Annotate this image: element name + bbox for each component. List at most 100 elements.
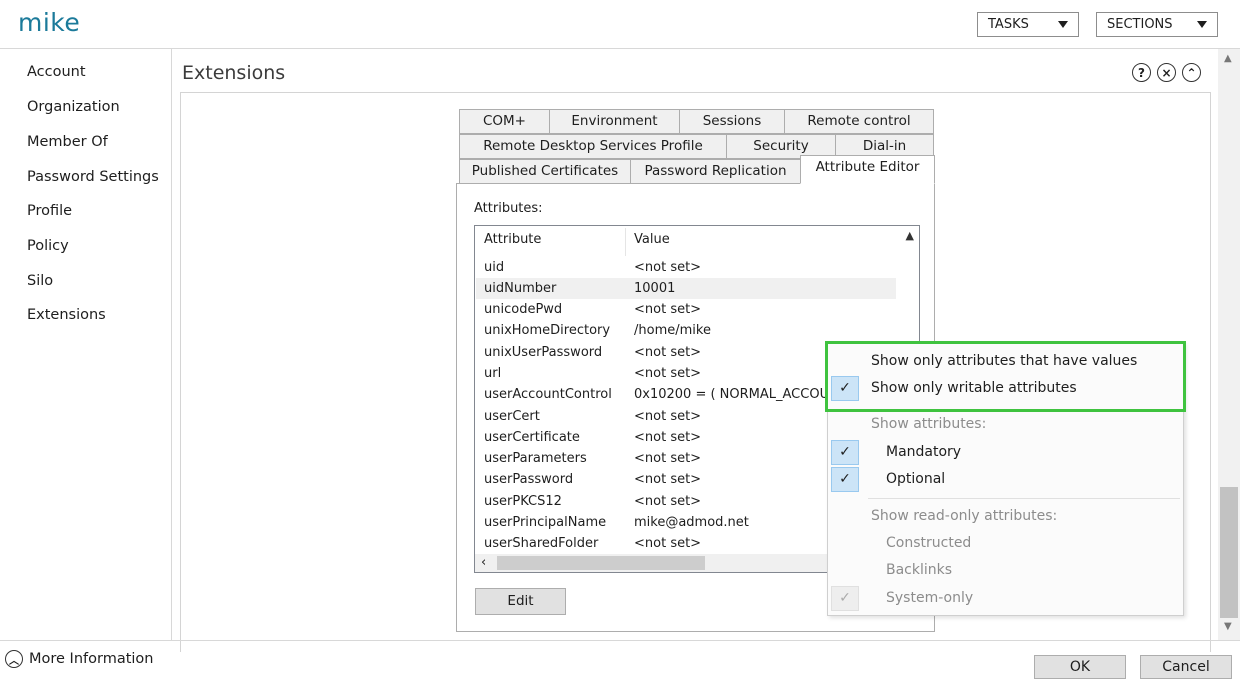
menu-separator [868, 498, 1180, 499]
attribute-value: 0x10200 = ( NORMAL_ACCOUNT [634, 387, 834, 402]
checkmark-icon: ✓ [831, 586, 859, 611]
tab-environment[interactable]: Environment [549, 109, 680, 134]
cancel-button[interactable]: Cancel [1140, 655, 1232, 679]
page-title: mike [18, 8, 81, 37]
attribute-value: <not set> [634, 409, 702, 424]
show-attributes-header: Show attributes: [871, 416, 987, 432]
table-row[interactable]: unicodePwd <not set> [476, 299, 896, 320]
column-header-value[interactable]: Value [634, 232, 670, 247]
menu-item-mandatory[interactable]: ✓ Mandatory [828, 439, 1183, 466]
attribute-value: <not set> [634, 260, 702, 275]
header-divider [0, 48, 1240, 49]
table-row-selected[interactable]: uidNumber 10001 [476, 278, 896, 299]
tab-sessions[interactable]: Sessions [679, 109, 785, 134]
attribute-value: <not set> [634, 472, 702, 487]
close-icon[interactable]: × [1157, 63, 1176, 82]
menu-item-label: Backlinks [886, 562, 953, 578]
scrollbar-thumb[interactable] [1220, 487, 1238, 618]
attribute-name: userCertificate [484, 430, 580, 445]
ok-button[interactable]: OK [1034, 655, 1126, 679]
attribute-name: url [484, 366, 502, 381]
sidebar: Account Organization Member Of Password … [0, 49, 172, 640]
more-information-label: More Information [29, 651, 154, 667]
attribute-name: userAccountControl [484, 387, 612, 402]
footer-divider [0, 640, 1240, 641]
table-row[interactable]: uid <not set> [476, 257, 896, 278]
scroll-down-icon[interactable]: ▼ [1224, 621, 1232, 632]
sidebar-item-policy[interactable]: Policy [27, 238, 69, 254]
attribute-name: userPKCS12 [484, 494, 562, 509]
attribute-name: userPassword [484, 472, 574, 487]
sections-dropdown[interactable]: SECTIONS [1096, 12, 1218, 37]
attribute-value: <not set> [634, 302, 702, 317]
checkmark-icon: ✓ [831, 467, 859, 492]
sidebar-item-password-settings[interactable]: Password Settings [27, 169, 159, 185]
scrollbar-thumb[interactable] [497, 556, 705, 570]
menu-item-label: Show only attributes that have values [871, 353, 1138, 369]
attribute-name: unixHomeDirectory [484, 323, 611, 338]
menu-item-label: Optional [886, 471, 946, 487]
more-information-button[interactable]: ︿ More Information [5, 650, 154, 668]
edit-button[interactable]: Edit [475, 588, 566, 615]
attribute-value: <not set> [634, 366, 702, 381]
help-icon[interactable]: ? [1132, 63, 1151, 82]
attribute-value: mike@admod.net [634, 515, 749, 530]
menu-item-label: Show only writable attributes [871, 380, 1077, 396]
menu-item-constructed: Constructed [828, 530, 1183, 557]
readonly-attributes-header: Show read-only attributes: [871, 508, 1058, 524]
table-row[interactable]: unixHomeDirectory/home/mike [476, 320, 896, 341]
menu-item-backlinks: Backlinks [828, 557, 1183, 584]
checkmark-icon: ✓ [831, 440, 859, 465]
menu-item-system-only: ✓ System-only [828, 585, 1183, 612]
chevron-up-icon: ︿ [5, 650, 23, 668]
sidebar-item-member-of[interactable]: Member Of [27, 134, 108, 150]
tab-published-certificates[interactable]: Published Certificates [459, 159, 631, 184]
attribute-value: 10001 [634, 281, 676, 296]
column-divider[interactable] [625, 228, 626, 256]
column-header-attribute[interactable]: Attribute [484, 232, 541, 247]
attribute-name: userPrincipalName [484, 515, 607, 530]
sections-label: SECTIONS [1107, 17, 1173, 32]
attributes-label: Attributes: [474, 201, 543, 216]
sidebar-item-account[interactable]: Account [27, 64, 86, 80]
attribute-name: userParameters [484, 451, 587, 466]
attribute-value: <not set> [634, 451, 702, 466]
attribute-value: <not set> [634, 494, 702, 509]
tasks-label: TASKS [988, 17, 1029, 32]
scroll-up-icon[interactable]: ▲ [1224, 53, 1232, 64]
tab-com-plus[interactable]: COM+ [459, 109, 550, 134]
attribute-value: <not set> [634, 536, 702, 551]
scroll-left-icon[interactable]: ‹ [481, 554, 486, 572]
chevron-down-icon [1197, 21, 1207, 28]
menu-item-label: Constructed [886, 535, 972, 551]
menu-item-label: System-only [886, 590, 974, 606]
collapse-icon[interactable]: ⌃ [1182, 63, 1201, 82]
checkmark-icon: ✓ [831, 376, 859, 401]
menu-item-show-only-with-values[interactable]: Show only attributes that have values [828, 348, 1183, 375]
attribute-value: /home/mike [634, 323, 711, 338]
sidebar-item-silo[interactable]: Silo [27, 273, 53, 289]
tab-remote-control[interactable]: Remote control [784, 109, 934, 134]
chevron-down-icon [1058, 21, 1068, 28]
context-menu: Show only attributes that have values ✓ … [827, 342, 1184, 616]
attribute-name: userCert [484, 409, 540, 424]
attribute-name: userSharedFolder [484, 536, 599, 551]
sidebar-item-organization[interactable]: Organization [27, 99, 120, 115]
menu-item-show-only-writable[interactable]: ✓ Show only writable attributes [828, 375, 1183, 402]
scroll-up-icon[interactable]: ▲ [906, 229, 914, 242]
attribute-value: <not set> [634, 430, 702, 445]
sidebar-item-profile[interactable]: Profile [27, 203, 72, 219]
attribute-name: unixUserPassword [484, 345, 603, 360]
menu-item-optional[interactable]: ✓ Optional [828, 466, 1183, 493]
attribute-name: unicodePwd [484, 302, 563, 317]
attribute-value: <not set> [634, 345, 702, 360]
tab-attribute-editor[interactable]: Attribute Editor [800, 155, 935, 184]
tab-remote-desktop-services-profile[interactable]: Remote Desktop Services Profile [459, 134, 727, 159]
attribute-name: uidNumber [484, 281, 557, 296]
tasks-dropdown[interactable]: TASKS [977, 12, 1079, 37]
menu-item-label: Mandatory [886, 444, 962, 460]
tab-password-replication[interactable]: Password Replication [630, 159, 801, 184]
attribute-name: uid [484, 260, 505, 275]
page-scrollbar[interactable]: ▲ ▼ [1218, 49, 1240, 640]
sidebar-item-extensions[interactable]: Extensions [27, 307, 106, 323]
